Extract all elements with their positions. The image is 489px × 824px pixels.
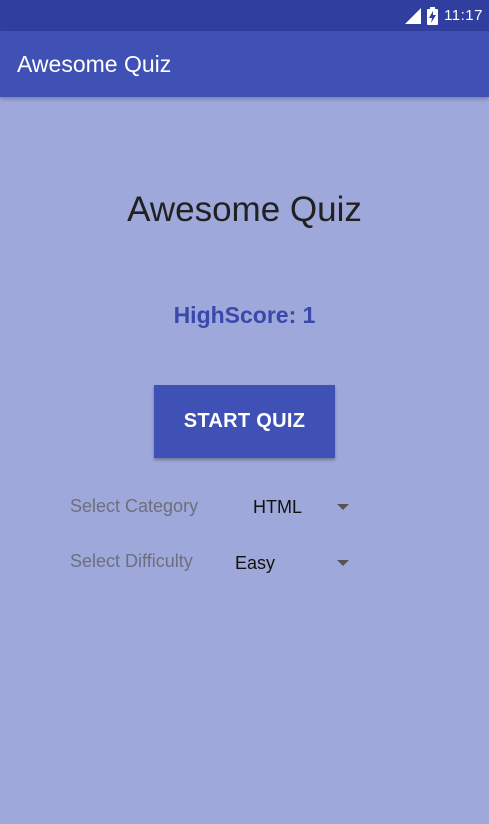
category-label: Select Category bbox=[70, 496, 199, 516]
category-selected: HTML bbox=[253, 496, 302, 517]
battery-charging-icon bbox=[427, 6, 439, 25]
app-bar: Awesome Quiz bbox=[0, 31, 489, 97]
status-time: 11:17 bbox=[444, 7, 483, 24]
difficulty-spinner[interactable]: Easy bbox=[222, 547, 358, 579]
dropdown-arrow-icon bbox=[337, 504, 349, 510]
difficulty-label: Select Difficulty bbox=[70, 551, 193, 571]
status-bar: 11:17 bbox=[0, 0, 489, 31]
dropdown-arrow-icon bbox=[337, 560, 349, 566]
difficulty-selected: Easy bbox=[235, 552, 276, 573]
signal-icon bbox=[405, 7, 422, 24]
start-quiz-button[interactable]: START QUIZ bbox=[154, 385, 335, 458]
page-title: Awesome Quiz bbox=[127, 190, 362, 229]
highscore-label: HighScore: 1 bbox=[173, 302, 316, 328]
app-bar-title: Awesome Quiz bbox=[17, 50, 172, 77]
category-spinner[interactable]: HTML bbox=[240, 491, 358, 523]
